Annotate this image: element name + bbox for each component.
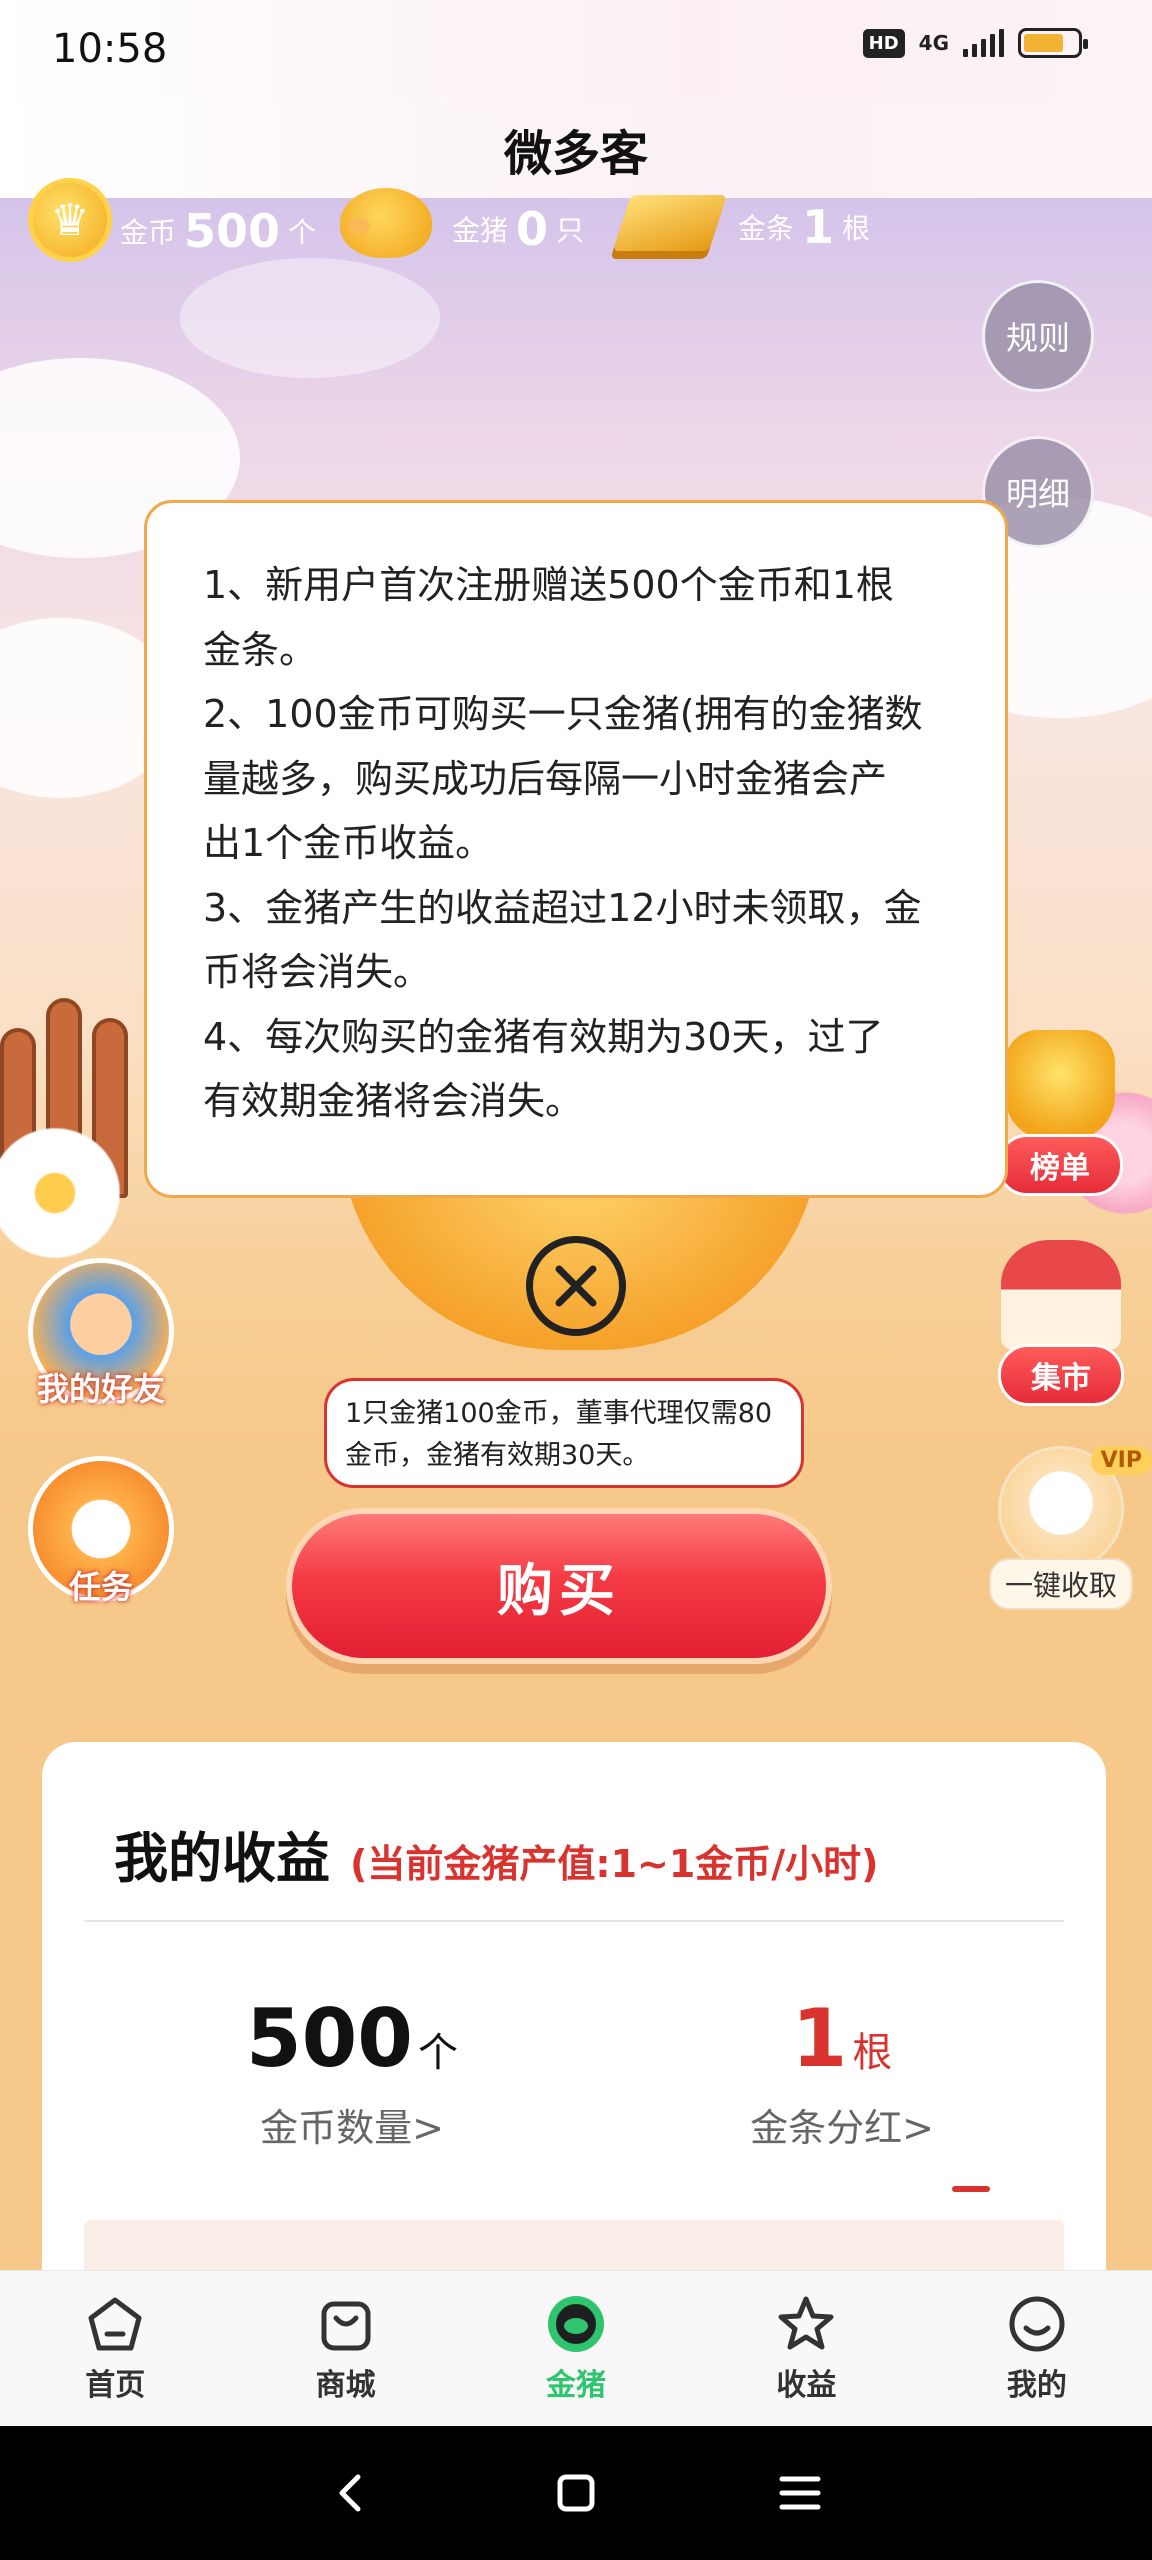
bottom-nav: 首页 商城 金猪 收益 我的 [0, 2270, 1152, 2426]
bar-stat[interactable]: 1 根 金条分红> [642, 1992, 1042, 2152]
pig-count: 0 [516, 202, 549, 256]
home-icon [88, 2297, 142, 2350]
nav-item-mine[interactable]: 我的 [922, 2271, 1152, 2426]
status-bar: 10:58 HD 4G [0, 0, 1152, 100]
buy-button[interactable]: 购买 [286, 1508, 832, 1664]
bar-count: 1 [802, 200, 835, 254]
status-time: 10:58 [52, 26, 168, 72]
collect-all-widget[interactable]: VIP 一键收取 [976, 1446, 1152, 1610]
signal-icon [963, 29, 1004, 57]
coin-stat[interactable]: 500 个 金币数量> [152, 1992, 552, 2152]
gold-bar-icon [612, 195, 728, 251]
nav-label: 我的 [1006, 2367, 1067, 2403]
rule-line: 1、新用户首次注册赠送500个金币和1根 [203, 563, 894, 607]
status-icons: HD 4G [862, 28, 1088, 58]
pig-balance: 金猪 0 只 [340, 188, 585, 258]
page-title: 微多客 [503, 126, 648, 182]
nav-label: 商城 [315, 2367, 376, 2403]
close-icon [555, 1265, 597, 1307]
earnings-title: 我的收益 [114, 1827, 330, 1890]
nav-label: 金猪 [546, 2367, 607, 2403]
crown-coin-icon: ♛ [28, 178, 112, 262]
coin-unit: 个 [288, 216, 317, 249]
nav-item-earnings[interactable]: 收益 [691, 2271, 921, 2426]
home-square-icon[interactable] [552, 2469, 600, 2517]
bar-stat-link[interactable]: 金条分红> [642, 2097, 1042, 2152]
tasks-widget[interactable]: 任务 [26, 1456, 176, 1608]
trophy-icon [1005, 1030, 1115, 1140]
coin-stat-value: 500 [245, 1992, 413, 2085]
bar-unit: 根 [842, 212, 871, 245]
coin-label: 金币 [120, 216, 177, 249]
resource-bar: ♛ 金币 500 个 金猪 0 只 金条 1 根 [0, 178, 1152, 268]
rule-line: 金条。 [203, 627, 318, 672]
nav-label: 首页 [85, 2367, 146, 2403]
vip-badge: VIP [1090, 1446, 1152, 1475]
battery-level [1024, 34, 1063, 52]
earnings-rate: (当前金猪产值:1~1金币/小时) [350, 1842, 879, 1886]
close-popup-button[interactable] [526, 1236, 626, 1336]
star-icon [778, 2296, 834, 2349]
pig-label: 金猪 [452, 214, 509, 247]
nav-item-gold-pig[interactable]: 金猪 [461, 2271, 691, 2426]
earnings-header: 我的收益 (当前金猪产值:1~1金币/小时) [114, 1814, 879, 1893]
nav-item-home[interactable]: 首页 [0, 2271, 230, 2426]
shopping-bag-icon [321, 2301, 371, 2350]
gold-pig-icon [340, 188, 432, 258]
coin-balance: ♛ 金币 500 个 [28, 178, 317, 262]
back-icon[interactable] [328, 2469, 376, 2517]
price-note-line: 1只金猪100金币，董事代理仅需80 [345, 1398, 773, 1429]
coin-stat-link[interactable]: 金币数量> [152, 2097, 552, 2152]
menu-icon[interactable] [776, 2469, 824, 2517]
network-type: 4G [918, 31, 949, 55]
bar-stat-value: 1 [791, 1992, 848, 2085]
bar-label: 金条 [738, 212, 795, 245]
market-widget[interactable]: 集市 [986, 1240, 1136, 1406]
market-label: 集市 [998, 1344, 1124, 1406]
earnings-card: 我的收益 (当前金猪产值:1~1金币/小时) 500 个 金币数量> 1 根 金… [42, 1742, 1106, 2342]
price-note: 1只金猪100金币，董事代理仅需80 金币，金猪有效期30天。 [324, 1378, 804, 1488]
divider [84, 1920, 1064, 1922]
market-house-icon [1001, 1240, 1121, 1350]
coin-count: 500 [184, 204, 281, 258]
rule-line: 量越多，购买成功后每隔一小时金猪会产 [203, 756, 888, 801]
rules-button[interactable]: 规则 [982, 280, 1094, 392]
cloud-decoration [180, 258, 440, 378]
coin-stat-unit: 个 [418, 2030, 459, 2076]
rule-line: 3、金猪产生的收益超过12小时未领取，金 [203, 885, 922, 930]
collect-all-label: 一键收取 [988, 1558, 1133, 1610]
friends-widget[interactable]: 我的好友 [26, 1258, 176, 1410]
nav-item-mall[interactable]: 商城 [230, 2271, 460, 2426]
rule-line: 4、每次购买的金猪有效期为30天，过了 [203, 1014, 884, 1059]
ranking-label: 榜单 [997, 1134, 1123, 1196]
system-nav-bar [0, 2426, 1152, 2560]
rule-line: 2、100金币可购买一只金猪(拥有的金猪数 [203, 692, 923, 736]
bar-stat-unit: 根 [852, 2030, 893, 2076]
tasks-label: 任务 [68, 1568, 133, 1606]
battery-icon [1018, 28, 1088, 58]
bar-balance: 金条 1 根 [612, 195, 871, 254]
indicator-dash [952, 2186, 990, 2192]
nav-label: 收益 [776, 2367, 837, 2403]
rule-line: 有效期金猪将会消失。 [203, 1079, 584, 1123]
rules-popup: 1、新用户首次注册赠送500个金币和1根 金条。 2、100金币可购买一只金猪(… [144, 500, 1008, 1198]
gold-pig-icon [548, 2295, 605, 2352]
rule-line: 出1个金币收益。 [203, 821, 494, 865]
price-note-line: 金币，金猪有效期30天。 [345, 1440, 650, 1471]
ranking-widget[interactable]: 榜单 [990, 1030, 1130, 1196]
title-bar: 微多客 [0, 100, 1152, 198]
hd-icon: HD [862, 28, 905, 58]
rule-line: 币将会消失。 [203, 950, 432, 994]
friends-label: 我的好友 [36, 1370, 165, 1408]
pig-unit: 只 [556, 214, 585, 247]
smile-icon [1009, 2296, 1065, 2351]
